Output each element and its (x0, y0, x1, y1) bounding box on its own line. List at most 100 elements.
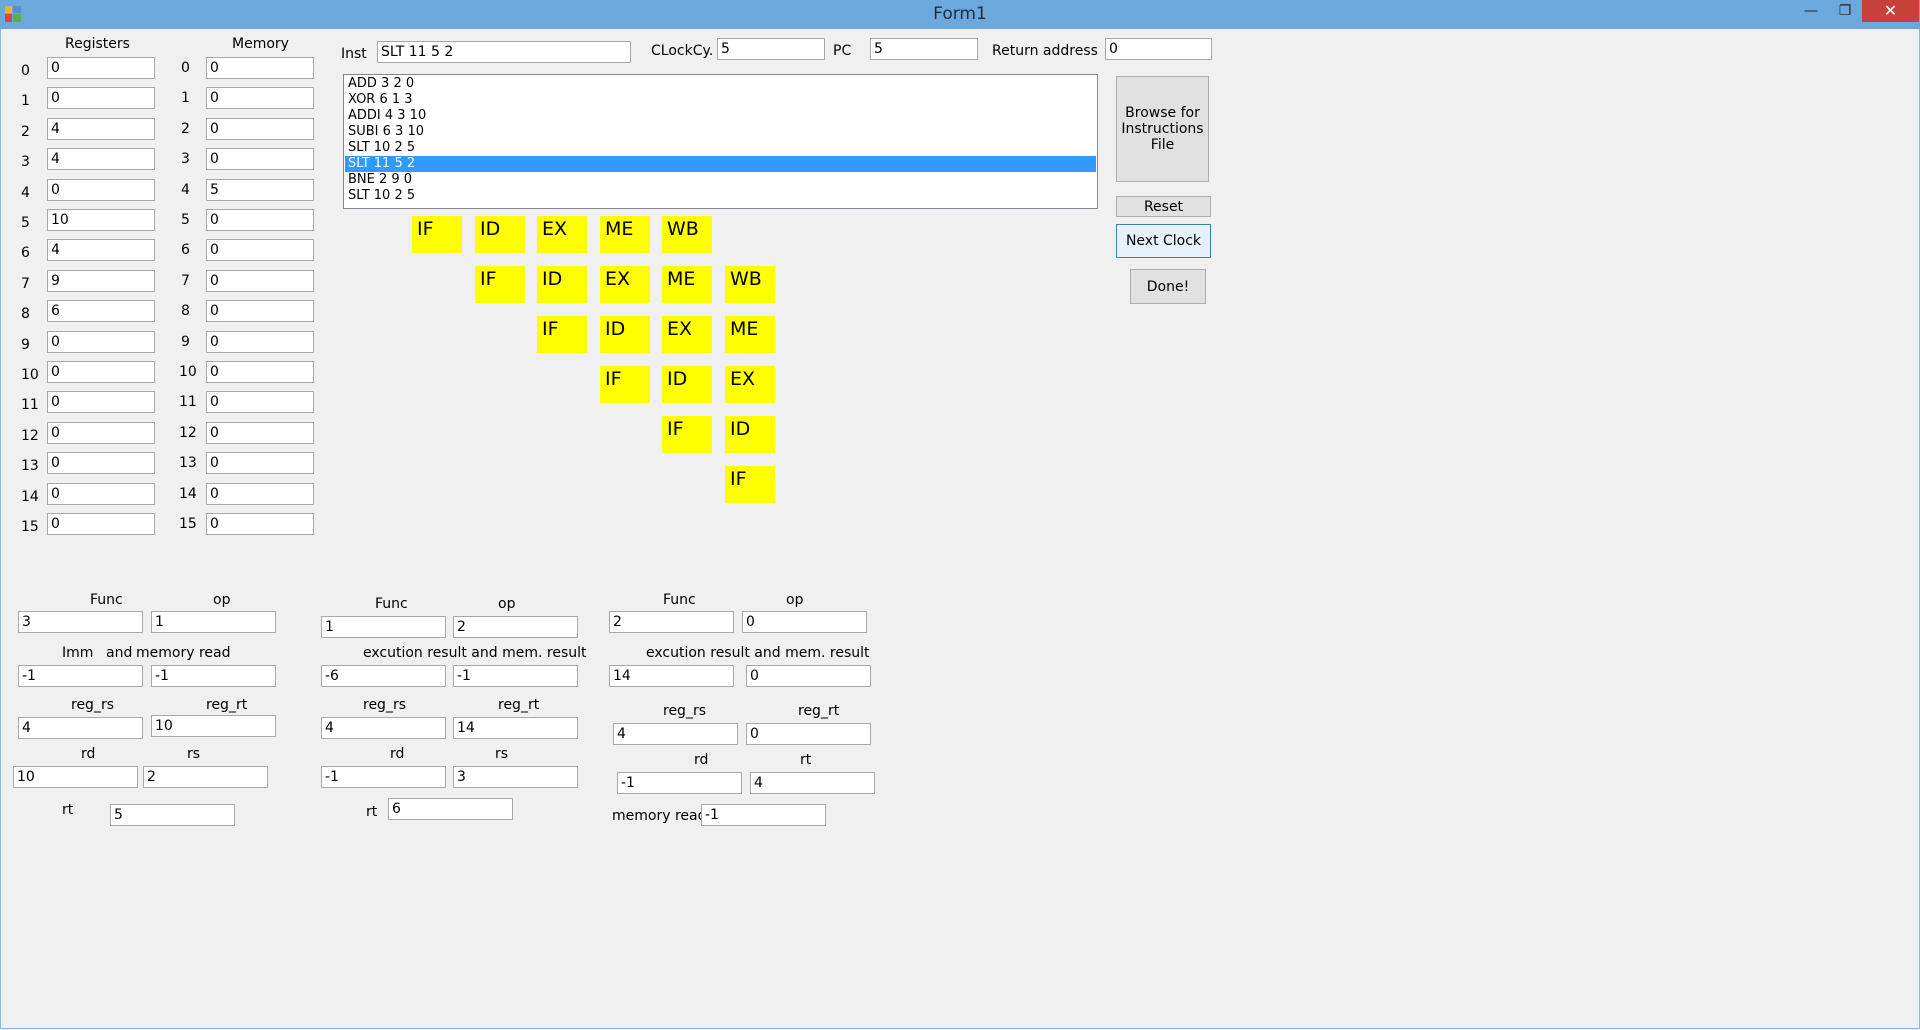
register-field[interactable]: 4 (47, 239, 155, 261)
instruction-list-item[interactable]: SUBI 6 3 10 (345, 124, 1096, 140)
p2-rt-field[interactable]: 6 (388, 798, 513, 820)
p1-rs-field[interactable]: 2 (143, 766, 268, 788)
instruction-list-item[interactable]: XOR 6 1 3 (345, 92, 1096, 108)
p1-reg-rs-field[interactable]: 4 (18, 717, 143, 739)
p3-rt-field[interactable]: 4 (750, 772, 875, 794)
p3-op-field[interactable]: 0 (742, 611, 867, 633)
register-label: 2 (21, 124, 30, 140)
register-label: 8 (21, 306, 30, 322)
p3-func-field[interactable]: 2 (609, 611, 734, 633)
memory-field[interactable]: 0 (206, 361, 314, 383)
p1-reg-rt-label: reg_rt (206, 697, 248, 713)
next-clock-button[interactable]: Next Clock (1116, 224, 1211, 258)
p1-rt-field[interactable]: 5 (110, 804, 235, 826)
p3-reg-rs-field[interactable]: 4 (613, 723, 738, 745)
pipeline-stage: EX (600, 266, 650, 303)
register-field[interactable]: 0 (47, 87, 155, 109)
p1-memread-field[interactable]: -1 (151, 665, 276, 687)
memory-field[interactable]: 0 (206, 270, 314, 292)
register-field[interactable]: 0 (47, 422, 155, 444)
p2-reg-rs-field[interactable]: 4 (321, 717, 446, 739)
p2-memres-field[interactable]: -1 (453, 665, 578, 687)
memory-label: 9 (181, 334, 190, 350)
memory-field[interactable]: 0 (206, 209, 314, 231)
pipeline-stage: EX (537, 216, 587, 253)
register-field[interactable]: 0 (47, 483, 155, 505)
register-field[interactable]: 6 (47, 300, 155, 322)
memory-field[interactable]: 0 (206, 452, 314, 474)
p3-memread-field[interactable]: -1 (701, 804, 826, 826)
register-field[interactable]: 0 (47, 361, 155, 383)
p2-exec-field[interactable]: -6 (321, 665, 446, 687)
instruction-list-item[interactable]: ADD 3 2 0 (345, 76, 1096, 92)
memory-field[interactable]: 0 (206, 483, 314, 505)
register-field[interactable]: 0 (47, 57, 155, 79)
clock-field[interactable]: 5 (717, 38, 825, 60)
p1-reg-rt-field[interactable]: 10 (151, 715, 276, 737)
register-field[interactable]: 4 (47, 148, 155, 170)
pipeline-stage: IF (600, 366, 650, 403)
memory-field[interactable]: 0 (206, 422, 314, 444)
memory-field[interactable]: 0 (206, 239, 314, 261)
register-field[interactable]: 0 (47, 452, 155, 474)
p2-func-field[interactable]: 1 (321, 616, 446, 638)
memory-field[interactable]: 0 (206, 57, 314, 79)
p3-memres-field[interactable]: 0 (746, 665, 871, 687)
memory-field[interactable]: 0 (206, 391, 314, 413)
memory-field[interactable]: 0 (206, 513, 314, 535)
memory-label: 7 (181, 273, 190, 289)
p2-rs-field[interactable]: 3 (453, 766, 578, 788)
inst-field[interactable]: SLT 11 5 2 (377, 41, 631, 63)
memory-field[interactable]: 0 (206, 300, 314, 322)
memory-title: Memory (232, 36, 289, 52)
memory-field[interactable]: 0 (206, 331, 314, 353)
p3-reg-rt-field[interactable]: 0 (746, 723, 871, 745)
memory-field[interactable]: 0 (206, 118, 314, 140)
instruction-list-item[interactable]: SLT 11 5 2 (345, 156, 1096, 172)
instruction-list[interactable]: ADD 3 2 0 XOR 6 1 3 ADDI 4 3 10 SUBI 6 3 10… (343, 74, 1098, 209)
register-label: 10 (21, 367, 39, 383)
p2-op-field[interactable]: 2 (453, 616, 578, 638)
memory-label: 14 (179, 486, 197, 502)
register-field[interactable]: 0 (47, 331, 155, 353)
p2-reg-rt-field[interactable]: 14 (453, 717, 578, 739)
minimize-button[interactable]: — (1794, 0, 1828, 22)
pipeline-stage: IF (537, 316, 587, 353)
p2-reg-rs-label: reg_rs (363, 697, 406, 713)
register-field[interactable]: 10 (47, 209, 155, 231)
register-field[interactable]: 0 (47, 391, 155, 413)
done-button[interactable]: Done! (1130, 269, 1206, 304)
reset-button[interactable]: Reset (1116, 196, 1211, 217)
p1-rd-field[interactable]: 10 (13, 766, 138, 788)
p3-exec-field[interactable]: 14 (609, 665, 734, 687)
memory-field[interactable]: 0 (206, 87, 314, 109)
p1-imm-field[interactable]: -1 (18, 665, 143, 687)
memory-label: 3 (181, 151, 190, 167)
p1-imm-label: Imm (62, 645, 94, 661)
p3-reg-rs-label: reg_rs (663, 703, 706, 719)
pc-field[interactable]: 5 (870, 38, 978, 60)
instruction-list-item[interactable]: SLT 10 2 5 (345, 188, 1096, 204)
register-label: 0 (21, 63, 30, 79)
maximize-button[interactable]: ❐ (1828, 0, 1862, 22)
p2-rd-field[interactable]: -1 (321, 766, 446, 788)
register-label: 5 (21, 215, 30, 231)
p2-rt-label: rt (366, 804, 378, 820)
close-button[interactable]: ✕ (1862, 0, 1919, 22)
register-field[interactable]: 9 (47, 270, 155, 292)
instruction-list-item[interactable]: BNE 2 9 0 (345, 172, 1096, 188)
browse-button[interactable]: Browse for Instructions File (1116, 76, 1209, 182)
return-address-field[interactable]: 0 (1105, 38, 1212, 60)
memory-field[interactable]: 5 (206, 179, 314, 201)
memory-field[interactable]: 0 (206, 148, 314, 170)
instruction-list-item[interactable]: ADDI 4 3 10 (345, 108, 1096, 124)
register-label: 14 (21, 489, 39, 505)
register-field[interactable]: 4 (47, 118, 155, 140)
p3-rd-field[interactable]: -1 (617, 772, 742, 794)
instruction-list-item[interactable]: SLT 10 2 5 (345, 140, 1096, 156)
p1-op-field[interactable]: 1 (151, 611, 276, 633)
register-field[interactable]: 0 (47, 513, 155, 535)
register-field[interactable]: 0 (47, 179, 155, 201)
memory-label: 13 (179, 455, 197, 471)
p1-func-field[interactable]: 3 (18, 611, 143, 633)
